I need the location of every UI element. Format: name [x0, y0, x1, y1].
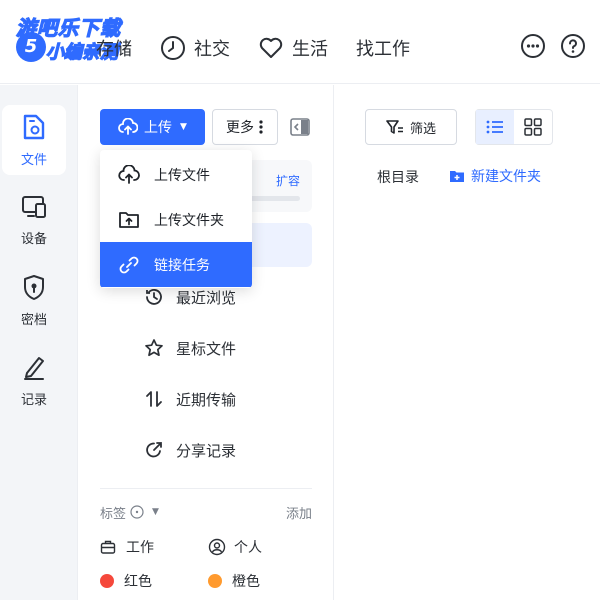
vertical-dots-icon	[259, 120, 263, 134]
tags-header: 标签 ▼ 添加	[100, 501, 312, 523]
menu-link-task-label: 链接任务	[154, 257, 210, 274]
list-icon	[486, 120, 503, 134]
new-folder-button[interactable]: 新建文件夹	[449, 165, 541, 187]
nav-transfers[interactable]: 近期传输	[144, 381, 236, 417]
menu-item-upload-folder[interactable]: 上传文件夹	[100, 197, 252, 242]
device-icon	[22, 195, 46, 218]
nav-shares[interactable]: 分享记录	[144, 432, 236, 468]
filter-icon	[386, 120, 403, 134]
list-view-button[interactable]	[476, 110, 514, 144]
nav-starred[interactable]: 星标文件	[144, 330, 236, 366]
top-right-actions	[506, 33, 586, 59]
new-folder-label: 新建文件夹	[471, 169, 541, 185]
more-options-icon[interactable]	[520, 33, 546, 59]
tag-orange[interactable]: 橙色	[208, 569, 260, 593]
add-tag-link[interactable]: 添加	[286, 503, 312, 522]
info-icon[interactable]	[130, 505, 144, 519]
nav-shares-label: 分享记录	[176, 441, 237, 460]
nav-life[interactable]: 生活	[258, 30, 328, 66]
grid-view-button[interactable]	[514, 110, 552, 144]
top-bar: 游吧乐下载 5 小编亲测 存储 社交 生活 找工作	[0, 0, 600, 84]
transfer-arrows-icon	[146, 391, 162, 407]
rail-vault-label: 密档	[20, 312, 47, 328]
tag-work[interactable]: 工作	[100, 535, 154, 559]
caret-down-icon[interactable]: ▼	[152, 507, 159, 517]
tag-red-label: 红色	[124, 574, 152, 590]
add-folder-icon	[450, 171, 464, 182]
collapse-sidebar-icon[interactable]	[290, 118, 310, 136]
cloud-upload-icon	[118, 164, 140, 184]
tag-personal-label: 个人	[234, 540, 262, 556]
tag-work-label: 工作	[126, 540, 154, 556]
shield-lock-icon	[24, 274, 44, 300]
upload-dropdown-menu: 上传文件 上传文件夹 链接任务	[100, 150, 252, 288]
left-rail: 文件 设备 密档 记录	[0, 85, 78, 600]
rail-records-label: 记录	[20, 392, 47, 408]
view-toggle	[475, 109, 553, 145]
top-nav: 存储 社交 生活 找工作	[96, 30, 438, 66]
filter-button[interactable]: 筛选	[365, 109, 457, 145]
expand-storage-link[interactable]: 扩容	[276, 172, 300, 189]
menu-item-link-task[interactable]: 链接任务	[100, 242, 252, 287]
tag-personal[interactable]: 个人	[208, 535, 262, 559]
nav-social-label: 社交	[194, 39, 230, 60]
filter-button-label: 筛选	[409, 121, 436, 137]
nav-transfers-label: 近期传输	[176, 390, 237, 409]
watermark-badge: 5	[16, 32, 46, 62]
briefcase-icon	[100, 540, 116, 554]
rail-devices-label: 设备	[20, 231, 47, 247]
orange-dot-icon	[208, 574, 222, 588]
heart-icon	[259, 37, 283, 58]
more-button-label: 更多	[226, 120, 254, 136]
user-icon	[208, 538, 226, 556]
nav-starred-label: 星标文件	[176, 339, 237, 358]
rail-item-vault[interactable]: 密档	[2, 265, 66, 335]
tag-orange-label: 橙色	[232, 574, 260, 590]
red-dot-icon	[100, 574, 114, 588]
caret-down-icon: ▼	[180, 122, 187, 132]
menu-item-upload-file[interactable]: 上传文件	[100, 152, 252, 197]
history-icon	[146, 289, 162, 305]
star-icon	[145, 339, 163, 357]
nav-recent-label: 最近浏览	[176, 288, 237, 307]
help-icon[interactable]	[560, 33, 586, 59]
menu-upload-file-label: 上传文件	[154, 167, 210, 184]
sidebar-divider	[100, 488, 312, 489]
nav-jobs[interactable]: 找工作	[356, 30, 410, 66]
upload-button[interactable]: 上传 ▼	[100, 109, 205, 145]
pencil-icon	[24, 356, 44, 380]
rail-files-label: 文件	[20, 152, 47, 168]
rail-item-records[interactable]: 记录	[2, 345, 66, 415]
link-icon	[119, 256, 139, 273]
more-button[interactable]: 更多	[212, 109, 278, 145]
main-content: 筛选 根目录 新建文件夹	[335, 85, 600, 600]
nav-social[interactable]: 社交	[160, 30, 230, 66]
nav-jobs-label: 找工作	[356, 39, 410, 60]
nav-life-label: 生活	[292, 39, 328, 60]
share-icon	[146, 442, 162, 458]
clock-icon	[161, 36, 185, 60]
tag-red[interactable]: 红色	[100, 569, 152, 593]
tags-header-label: 标签	[100, 506, 127, 522]
upload-button-label: 上传	[144, 120, 173, 136]
file-icon	[23, 114, 45, 139]
cloud-upload-icon	[118, 118, 139, 135]
rail-item-devices[interactable]: 设备	[2, 185, 66, 255]
rail-item-files[interactable]: 文件	[2, 105, 66, 175]
folder-upload-icon	[119, 211, 139, 228]
menu-upload-folder-label: 上传文件夹	[154, 212, 224, 229]
nav-storage-label: 存储	[96, 39, 132, 60]
grid-icon	[524, 118, 542, 136]
nav-storage[interactable]: 存储	[96, 30, 132, 66]
breadcrumb[interactable]: 根目录	[377, 167, 419, 187]
